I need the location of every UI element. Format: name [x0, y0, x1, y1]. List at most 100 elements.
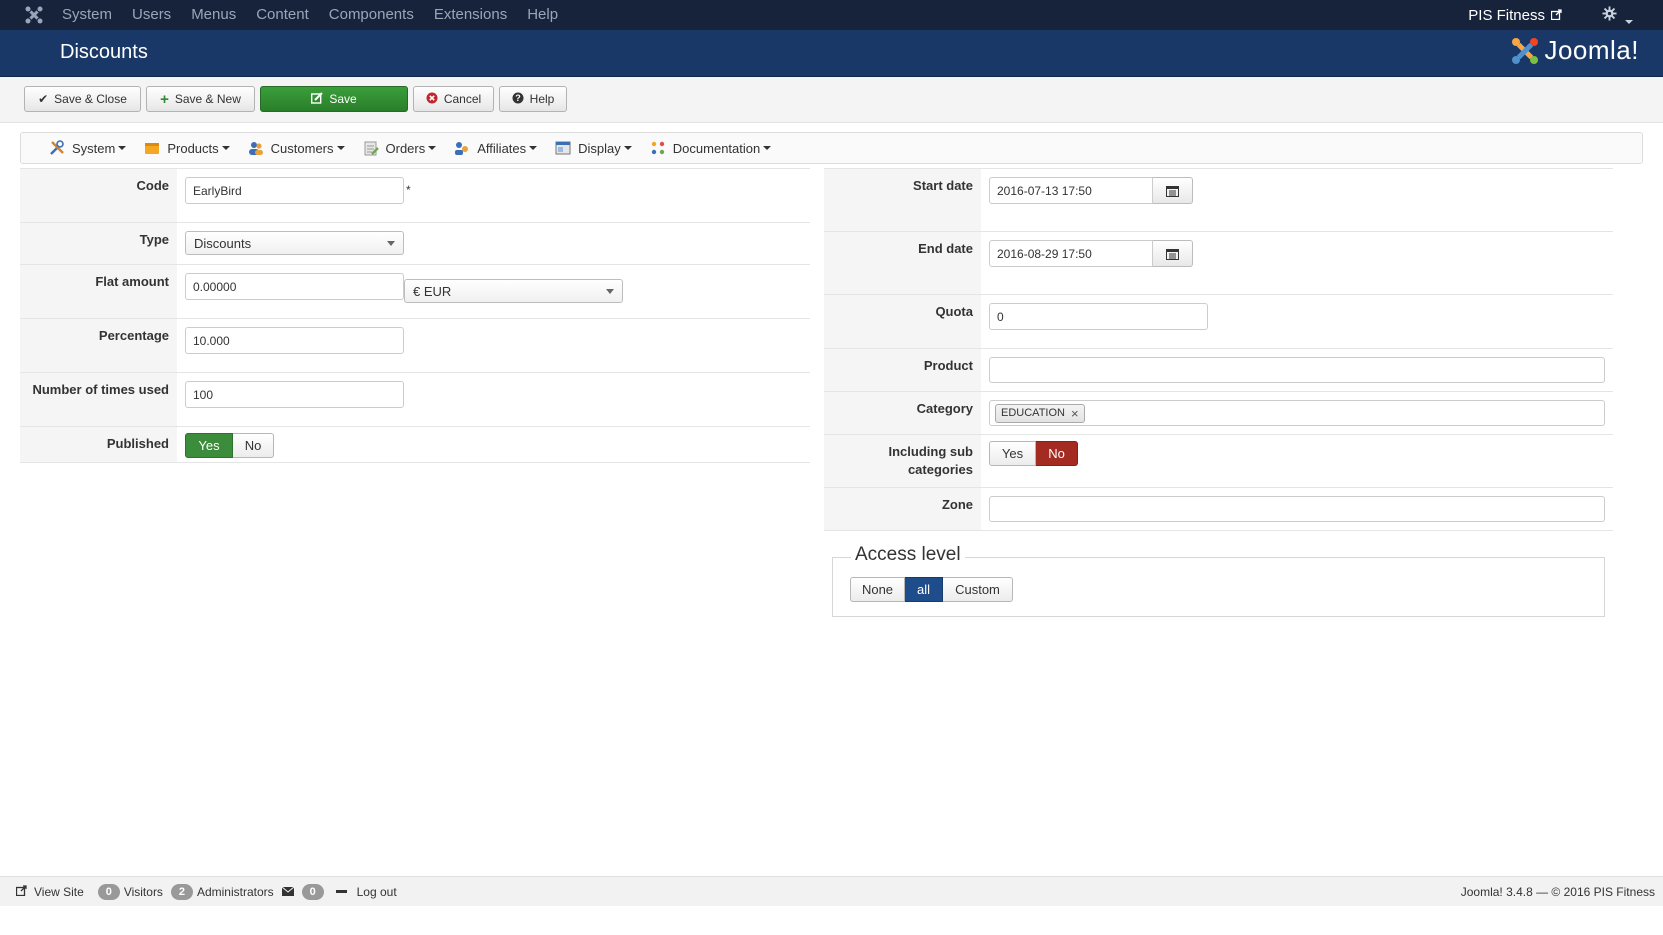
view-site-link[interactable]: View Site: [15, 884, 84, 899]
access-all-button[interactable]: all: [905, 577, 943, 602]
caret-down-icon[interactable]: [1622, 13, 1633, 28]
zone-label: Zone: [824, 488, 981, 530]
published-no-button[interactable]: No: [233, 433, 274, 458]
page-title: Discounts: [60, 41, 148, 63]
save-new-label: Save & New: [174, 92, 241, 106]
currency-select-value: € EUR: [413, 283, 452, 299]
sub-categories-label: Including sub categories: [824, 435, 981, 487]
nav-users[interactable]: Users: [132, 0, 171, 30]
end-date-input[interactable]: 2016-08-29 17:50: [989, 240, 1153, 267]
menu-system-label: System: [72, 140, 116, 156]
footer-copyright: Joomla! 3.4.8 — © 2016 PIS Fitness: [1460, 885, 1655, 899]
type-label: Type: [20, 223, 177, 264]
joomla-menu-icon[interactable]: [18, 0, 50, 30]
published-yes-button[interactable]: Yes: [185, 433, 233, 458]
start-date-calendar-button[interactable]: [1153, 177, 1193, 204]
top-nav: System Users Menus Content Components Ex…: [0, 0, 1663, 30]
percentage-label: Percentage: [20, 319, 177, 372]
access-custom-button[interactable]: Custom: [943, 577, 1013, 602]
plus-icon: +: [160, 90, 169, 108]
nav-system[interactable]: System: [62, 0, 112, 30]
flat-amount-input[interactable]: 0.00000: [185, 273, 404, 300]
start-date-input[interactable]: 2016-07-13 17:50: [989, 177, 1153, 204]
help-button[interactable]: ? Help: [499, 86, 567, 112]
row-zone: Zone: [824, 488, 1613, 531]
logout-link[interactable]: Log out: [335, 885, 397, 899]
end-date-calendar-button[interactable]: [1153, 240, 1193, 267]
percentage-input[interactable]: 10.000: [185, 327, 404, 354]
access-level-legend: Access level: [851, 544, 965, 566]
type-select-value: Discounts: [194, 235, 252, 251]
admins-count-badge: 2: [170, 883, 193, 900]
currency-select[interactable]: € EUR: [404, 279, 623, 303]
menu-customers[interactable]: Customers: [248, 140, 345, 156]
type-select[interactable]: Discounts: [185, 231, 404, 255]
quota-input[interactable]: 0: [989, 303, 1208, 330]
category-tag-label: EDUCATION: [1001, 407, 1065, 419]
messages-status[interactable]: 0: [281, 883, 328, 900]
row-sub-categories: Including sub categories Yes No: [824, 435, 1613, 488]
flat-amount-label: Flat amount: [20, 265, 177, 318]
cancel-icon: [426, 92, 438, 107]
row-end-date: End date 2016-08-29 17:50: [824, 232, 1613, 295]
documentation-icon: [650, 140, 666, 156]
affiliates-icon: [454, 140, 470, 156]
save-button[interactable]: Save: [260, 86, 408, 112]
help-label: Help: [529, 92, 555, 106]
save-new-button[interactable]: + Save & New: [146, 86, 255, 112]
component-menu: System Products Customers Orders Affilia…: [20, 132, 1643, 164]
joomla-logo-icon: [1512, 37, 1539, 64]
code-label: Code: [20, 169, 177, 222]
category-label: Category: [824, 392, 981, 434]
product-label: Product: [824, 349, 981, 391]
menu-customers-label: Customers: [270, 140, 334, 156]
remove-tag-icon[interactable]: ×: [1071, 406, 1079, 421]
menu-affiliates[interactable]: Affiliates: [454, 140, 538, 156]
row-start-date: Start date 2016-07-13 17:50: [824, 169, 1613, 232]
site-link[interactable]: PIS Fitness: [1468, 7, 1562, 24]
access-none-button[interactable]: None: [850, 577, 905, 602]
nav-help[interactable]: Help: [527, 0, 558, 30]
title-bar: Discounts Joomla!: [0, 30, 1663, 77]
menu-orders[interactable]: Orders: [363, 140, 437, 156]
start-date-label: Start date: [824, 169, 981, 231]
product-input[interactable]: [989, 357, 1605, 383]
zone-input[interactable]: [989, 496, 1605, 522]
times-used-input[interactable]: 100: [185, 381, 404, 408]
menu-orders-label: Orders: [385, 140, 426, 156]
code-input[interactable]: EarlyBird: [185, 177, 404, 204]
cancel-button[interactable]: Cancel: [413, 86, 494, 112]
end-date-label: End date: [824, 232, 981, 294]
admins-label: Administrators: [196, 884, 274, 899]
menu-system[interactable]: System: [49, 140, 127, 156]
discount-form-left: Code EarlyBird * Type Discounts Flat amo…: [20, 168, 810, 463]
external-link-icon: [15, 884, 27, 899]
check-icon: ✔: [38, 92, 49, 106]
nav-extensions[interactable]: Extensions: [434, 0, 507, 30]
menu-display[interactable]: Display: [555, 140, 632, 156]
nav-components[interactable]: Components: [329, 0, 414, 30]
save-close-button[interactable]: ✔ Save & Close: [24, 86, 141, 112]
access-level-fieldset: Access level None all Custom: [832, 544, 1605, 617]
gear-icon[interactable]: [1602, 5, 1617, 25]
row-flat-amount: Flat amount 0.00000 € EUR: [20, 265, 810, 319]
sub-categories-yes-button[interactable]: Yes: [989, 441, 1036, 466]
category-input[interactable]: EDUCATION ×: [989, 400, 1605, 426]
sub-categories-no-button[interactable]: No: [1036, 441, 1078, 466]
row-category: Category EDUCATION ×: [824, 392, 1613, 435]
menu-documentation[interactable]: Documentation: [650, 140, 772, 156]
nav-content[interactable]: Content: [256, 0, 309, 30]
visitors-status: 0 Visitors: [97, 883, 163, 900]
question-icon: ?: [512, 92, 524, 107]
required-mark: *: [406, 183, 411, 197]
users-icon: [248, 140, 264, 156]
calendar-icon: [1166, 185, 1179, 197]
sub-categories-label-line1: Including sub: [888, 444, 974, 459]
menu-affiliates-label: Affiliates: [477, 140, 527, 156]
sub-categories-label-line2: categories: [907, 462, 973, 477]
menu-documentation-label: Documentation: [672, 140, 761, 156]
envelope-icon: [281, 885, 294, 899]
published-label: Published: [20, 427, 177, 462]
nav-menus[interactable]: Menus: [191, 0, 236, 30]
menu-products[interactable]: Products: [144, 140, 230, 156]
